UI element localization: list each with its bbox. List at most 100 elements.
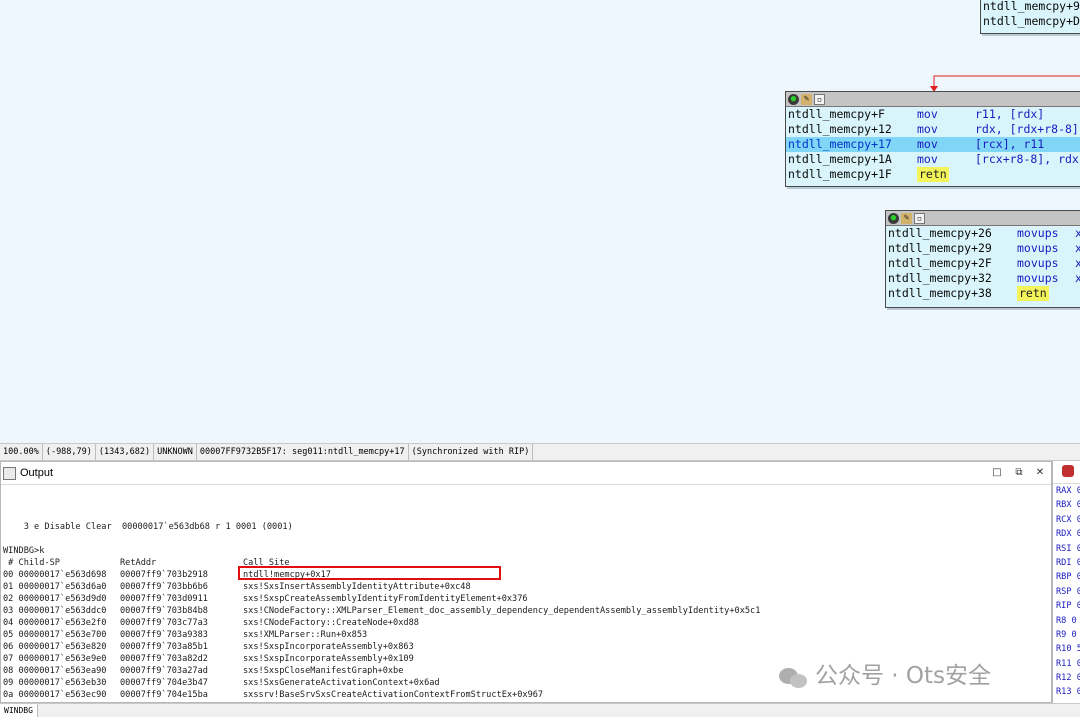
registers-panel[interactable]: RAX 0 RBX 0 RCX 0 RDX 0 RSI 0 RDI 0 RBP 0 RSP 0…	[1052, 461, 1080, 703]
output-line: 04 00000017`e563e2f0 00007ff9`703c77a3 sxs…	[1, 617, 1051, 629]
cursor-coords: (-988,79)	[43, 444, 96, 460]
wechat-icon	[779, 666, 809, 688]
node-header: ● ✎ ▫	[886, 211, 1080, 226]
instruction-row[interactable]: ntdll_memcpy+F mov r11, [rdx]	[786, 107, 1080, 122]
output-line: 05 00000017`e563e700 00007ff9`703a9383 sxs…	[1, 629, 1051, 641]
register-row[interactable]: RSP 0	[1053, 585, 1080, 599]
child-sp-cell: 3 e Disable Clear 00000017`e563db68 r 1 …	[3, 522, 293, 532]
instruction-row[interactable]: ntdll_memcpy+38 retn	[886, 286, 1080, 301]
instruction-row[interactable]: ntdll_memcpy+D	[981, 14, 1080, 29]
rename-node-icon[interactable]: ✎	[901, 212, 912, 224]
register-row[interactable]: RBX 0	[1053, 498, 1080, 512]
instruction-row[interactable]: ntdll_memcpy+12 mov rdx, [rdx+r8-8]	[786, 122, 1080, 137]
register-row[interactable]: R9 0	[1053, 628, 1080, 642]
address-label: ntdll_memcpy+26	[888, 226, 992, 240]
register-row[interactable]: RCX 0	[1053, 513, 1080, 527]
output-window-icon	[3, 466, 16, 480]
instruction-row[interactable]: ntdll_memcpy+29 movups x	[886, 241, 1080, 256]
close-icon[interactable]: ✕	[1032, 465, 1048, 481]
ret-addr-cell: 00007ff9`703a9383	[120, 630, 208, 640]
output-title: Output	[20, 467, 54, 479]
watermark-text: 公众号 · Ots安全	[815, 663, 992, 689]
register-row[interactable]: RDX 0	[1053, 527, 1080, 541]
register-row[interactable]: RIP 0	[1053, 599, 1080, 613]
mnemonic: mov	[917, 122, 938, 136]
output-line: 06 00000017`e563e820 00007ff9`703a85b1 sxs…	[1, 641, 1051, 653]
child-sp-cell: 07 00000017`e563e9e0	[3, 654, 107, 664]
child-sp-cell: 0a 00000017`e563ec90	[3, 690, 107, 700]
edge-line	[933, 75, 1080, 90]
call-site-cell: sxssrv!BaseSrvSxsCreateActivationContext…	[243, 690, 544, 700]
mnemonic: movups	[1017, 271, 1059, 285]
instruction-row[interactable]: ntdll_memcpy+32 movups x	[886, 271, 1080, 286]
graph-node-top[interactable]: ntdll_memcpy+9 ntdll_memcpy+D	[980, 0, 1080, 34]
register-row[interactable]: R12 0	[1053, 671, 1080, 685]
mnemonic: movups	[1017, 256, 1059, 270]
instruction-row[interactable]: ntdll_memcpy+2F movups x	[886, 256, 1080, 271]
graph-view[interactable]: ntdll_memcpy+9 ntdll_memcpy+D ● ✎ ▫ ntdl…	[0, 0, 1080, 443]
call-site-cell: sxs!CNodeFactory::XMLParser_Element_doc_…	[243, 606, 761, 616]
call-site-cell: sxs!SxsInsertAssemblyIdentityAttribute+0…	[243, 582, 471, 592]
child-sp-cell: 00 00000017`e563d698	[3, 570, 107, 580]
tab-windbg[interactable]: WINDBG	[0, 704, 38, 717]
child-sp-cell: 05 00000017`e563e700	[3, 630, 107, 640]
mnemonic: mov	[917, 137, 938, 151]
rename-node-icon[interactable]: ✎	[801, 93, 812, 105]
instruction-row[interactable]: ntdll_memcpy+26 movups x	[886, 226, 1080, 241]
register-row[interactable]: R10 5	[1053, 642, 1080, 656]
registers-icon	[1062, 465, 1074, 477]
maximize-icon[interactable]: □	[989, 465, 1005, 481]
instruction-row[interactable]: ntdll_memcpy+17 mov [rcx], r11	[786, 137, 1080, 152]
mnemonic: movups	[1017, 241, 1059, 255]
instruction-row[interactable]: ntdll_memcpy+1A mov [rcx+r8-8], rdx	[786, 152, 1080, 167]
register-row[interactable]: RDI 0	[1053, 556, 1080, 570]
call-site-cell: sxs!SxspCloseManifestGraph+0xbe	[243, 666, 404, 676]
child-sp-cell: 06 00000017`e563e820	[3, 642, 107, 652]
collapse-node-icon[interactable]: ▫	[914, 212, 925, 224]
mnemonic: mov	[917, 152, 938, 166]
register-row[interactable]: R8 0	[1053, 614, 1080, 628]
ret-addr-cell: 00007ff9`703b2918	[120, 570, 208, 580]
segment-type: UNKNOWN	[154, 444, 197, 460]
register-row[interactable]: RAX 0	[1053, 484, 1080, 498]
register-row[interactable]: R13 0	[1053, 685, 1080, 699]
color-node-icon[interactable]: ●	[888, 212, 899, 224]
output-titlebar: Output □ ⧉ ✕	[1, 462, 1051, 485]
address-label: ntdll_memcpy+2F	[888, 256, 992, 270]
register-row[interactable]: R11 0	[1053, 657, 1080, 671]
call-site-cell: sxs!SxspIncorporateAssembly+0x109	[243, 654, 414, 664]
ret-addr-cell: 00007ff9`703d0911	[120, 594, 208, 604]
bottom-tab-bar: WINDBG	[0, 703, 1080, 717]
restore-icon[interactable]: ⧉	[1011, 465, 1027, 481]
operands: r11, [rdx]	[975, 107, 1045, 121]
graph-node-memcpy-26[interactable]: ● ✎ ▫ ntdll_memcpy+26 movups x ntdll_memcpy…	[885, 210, 1080, 308]
collapse-node-icon[interactable]: ▫	[814, 93, 825, 105]
ret-addr-cell: 00007ff9`703a85b1	[120, 642, 208, 652]
operands: x	[1075, 271, 1080, 285]
child-sp-cell: 08 00000017`e563ea90	[3, 666, 107, 676]
sync-status: (Synchronized with RIP)	[409, 444, 534, 460]
child-sp-cell: # Child-SP	[3, 558, 60, 568]
register-row[interactable]: RBP 0	[1053, 570, 1080, 584]
address-label: ntdll_memcpy+9	[983, 0, 1080, 13]
operands: rdx, [rdx+r8-8]	[975, 122, 1079, 136]
child-sp-cell: 09 00000017`e563eb30	[3, 678, 107, 688]
child-sp-cell: 01 00000017`e563d6a0	[3, 582, 107, 592]
mnemonic: retn	[1017, 286, 1049, 301]
mnemonic: movups	[1017, 226, 1059, 240]
operands: x	[1075, 256, 1080, 270]
output-line: 02 00000017`e563d9d0 00007ff9`703d0911 sxs…	[1, 593, 1051, 605]
address-label: ntdll_memcpy+29	[888, 241, 992, 255]
call-site-cell: sxs!SxspCreateAssemblyIdentityFromIdenti…	[243, 594, 528, 604]
call-site-cell: Call Site	[243, 558, 290, 568]
register-row[interactable]: RSI 0	[1053, 542, 1080, 556]
operands: x	[1075, 241, 1080, 255]
child-sp-cell: WINDBG>k	[3, 546, 45, 556]
ret-addr-cell: 00007ff9`703a82d2	[120, 654, 208, 664]
graph-node-memcpy-f[interactable]: ● ✎ ▫ ntdll_memcpy+F mov r11, [rdx] ntdll_m…	[785, 91, 1080, 187]
instruction-row[interactable]: ntdll_memcpy+1F retn	[786, 167, 1080, 182]
output-line: WINDBG>k	[1, 545, 1051, 557]
zoom-level: 100.00%	[0, 444, 43, 460]
instruction-row[interactable]: ntdll_memcpy+9	[981, 0, 1080, 14]
color-node-icon[interactable]: ●	[788, 93, 799, 105]
